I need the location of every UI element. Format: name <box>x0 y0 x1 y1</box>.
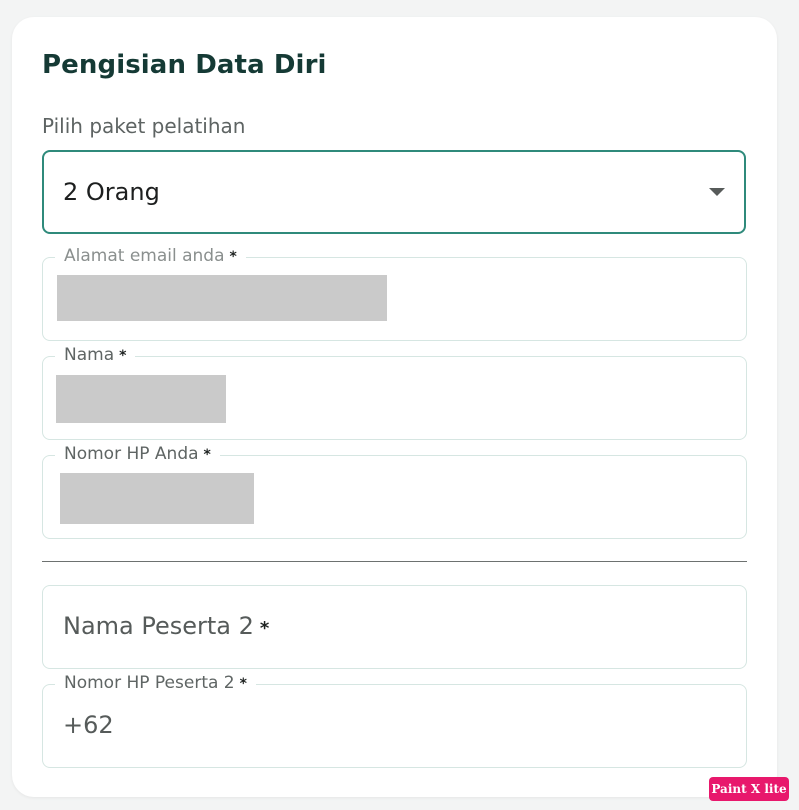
required-asterisk: * <box>229 249 237 265</box>
form-title: Pengisian Data Diri <box>42 50 327 80</box>
participant2-name-placeholder: Nama Peserta 2 * <box>63 612 270 640</box>
required-asterisk: * <box>239 676 247 692</box>
participant2-phone-field[interactable]: Nomor HP Peserta 2 * +62 <box>42 672 747 768</box>
participant2-name-field[interactable]: Nama Peserta 2 * <box>42 585 747 669</box>
name-field[interactable]: Nama * <box>42 344 747 440</box>
required-asterisk: * <box>203 447 211 463</box>
dropdown-caret-icon[interactable] <box>709 188 725 196</box>
package-select-label: Pilih paket pelatihan <box>42 114 246 138</box>
name-field-label: Nama * <box>55 344 136 367</box>
redacted-email-value <box>57 275 387 321</box>
redacted-name-value <box>56 375 226 423</box>
participant2-phone-value[interactable]: +62 <box>63 711 114 739</box>
package-select[interactable]: 2 Orang <box>42 150 746 234</box>
redacted-phone-value <box>60 473 254 524</box>
section-divider <box>42 561 747 562</box>
email-field[interactable]: Alamat email anda * <box>42 245 747 341</box>
phone-field[interactable]: Nomor HP Anda * <box>42 443 747 539</box>
watermark-badge: Paint X lite <box>709 777 789 801</box>
phone-field-label: Nomor HP Anda * <box>55 443 220 466</box>
required-asterisk: * <box>119 348 127 364</box>
package-select-value: 2 Orang <box>63 178 160 206</box>
required-asterisk: * <box>259 618 270 639</box>
email-field-label: Alamat email anda * <box>55 245 246 268</box>
participant2-phone-label: Nomor HP Peserta 2 * <box>55 672 256 695</box>
